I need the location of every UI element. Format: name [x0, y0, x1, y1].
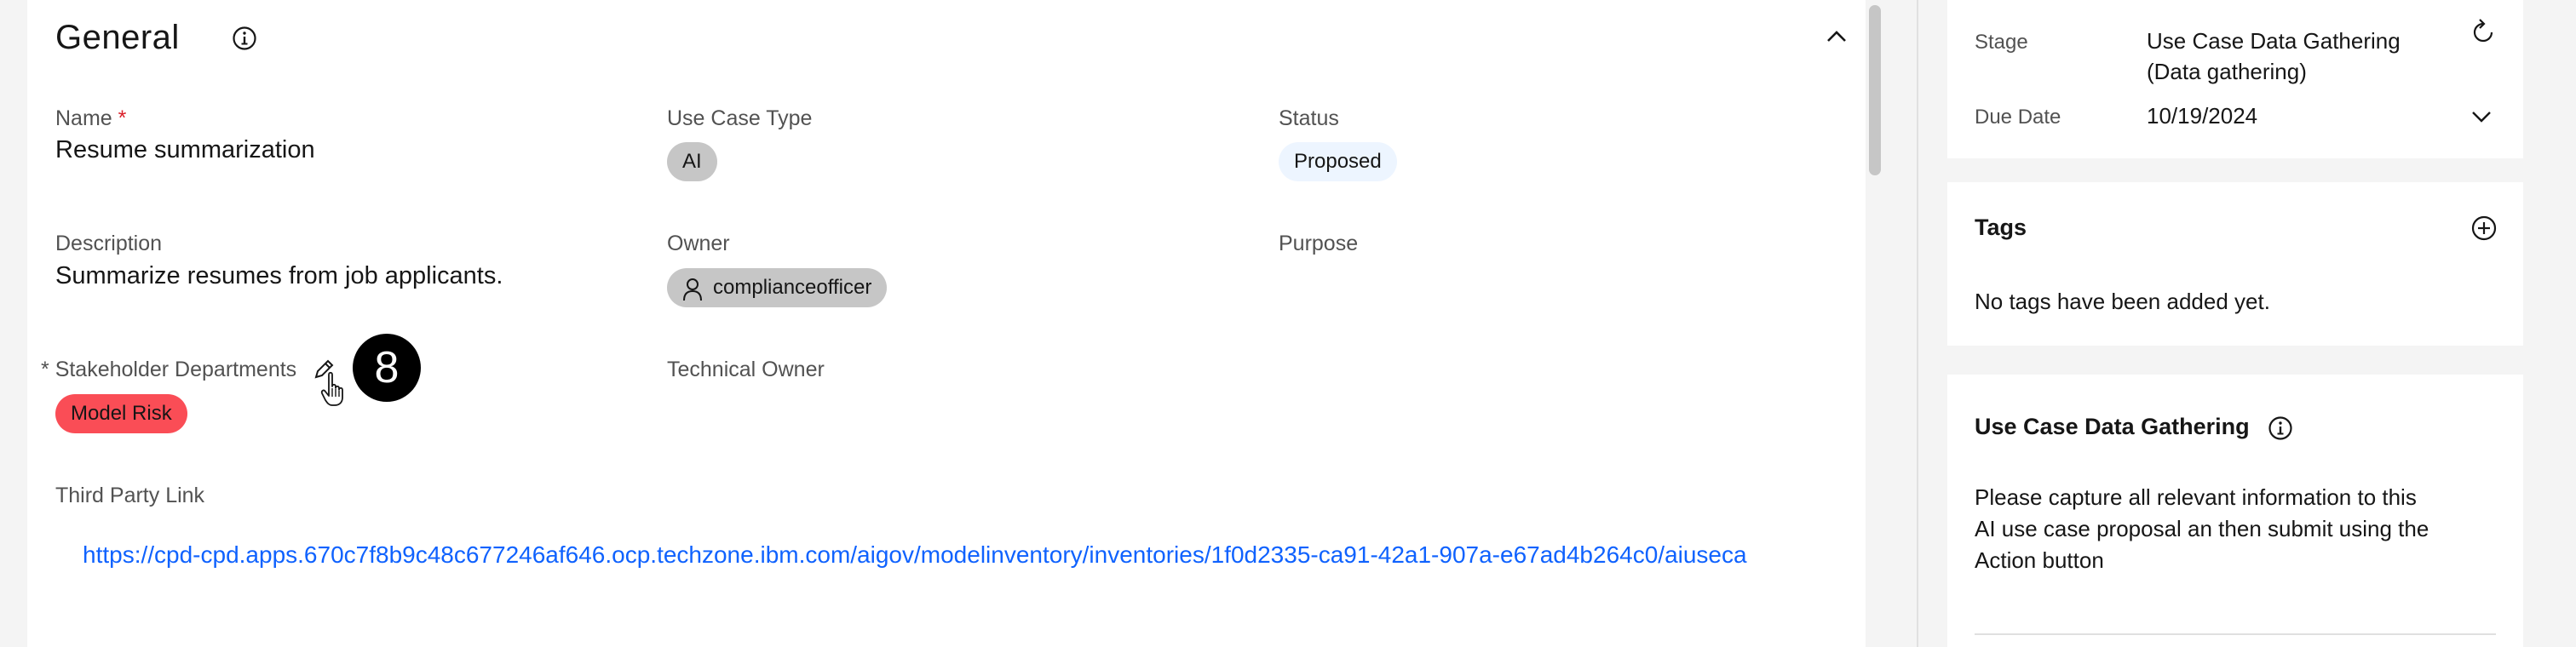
use-case-type-label: Use Case Type: [667, 106, 813, 130]
due-date-label: Due Date: [1975, 106, 2061, 129]
stage-value-line1: Use Case Data Gathering: [2147, 28, 2401, 54]
stage-card: Stage Use Case Data Gathering (Data gath…: [1947, 0, 2523, 158]
due-date-value: 10/19/2024: [2147, 103, 2258, 129]
data-gathering-text-line2: AI use case proposal an then submit usin…: [1975, 516, 2429, 541]
model-risk-tag: Model Risk: [55, 394, 187, 433]
general-panel: General Name * Resume summarization Use …: [27, 0, 1866, 647]
card-divider: [1975, 633, 2496, 635]
user-icon: [682, 276, 703, 315]
info-icon[interactable]: [2268, 415, 2293, 441]
stage-label: Stage: [1975, 31, 2028, 54]
technical-owner-label: Technical Owner: [667, 358, 825, 381]
refresh-icon[interactable]: [2470, 17, 2496, 44]
data-gathering-title: Use Case Data Gathering: [1975, 414, 2250, 439]
owner-tag: complianceofficer: [667, 268, 888, 307]
right-gutter: [2525, 0, 2576, 647]
data-gathering-text-line1: Please capture all relevant information …: [1975, 484, 2417, 510]
section-title: General: [55, 19, 180, 56]
description-value: Summarize resumes from job applicants.: [55, 262, 503, 289]
panel-divider: [1917, 0, 1918, 647]
tags-empty-text: No tags have been added yet.: [1975, 289, 2270, 314]
step-number-badge: 8: [353, 334, 421, 402]
scrollbar-thumb[interactable]: [1869, 5, 1881, 175]
third-party-link-label: Third Party Link: [55, 484, 205, 507]
stage-value-line2: (Data gathering): [2147, 59, 2307, 84]
status-label: Status: [1279, 106, 1339, 130]
scrollbar[interactable]: [1866, 0, 1884, 647]
chevron-up-icon[interactable]: [1825, 27, 1849, 44]
name-value: Resume summarization: [55, 136, 315, 163]
owner-value: complianceofficer: [713, 276, 872, 299]
data-gathering-text-line3: Action button: [1975, 547, 2104, 573]
use-case-type-tag: AI: [667, 142, 717, 181]
purpose-label: Purpose: [1279, 232, 1359, 255]
data-gathering-card: Use Case Data Gathering Please capture a…: [1947, 375, 2523, 647]
tags-title: Tags: [1975, 215, 2027, 240]
name-label: Name *: [55, 106, 127, 130]
add-circle-icon[interactable]: [2470, 215, 2498, 242]
description-label: Description: [55, 232, 163, 255]
info-icon[interactable]: [232, 26, 257, 51]
tags-card: Tags No tags have been added yet.: [1947, 182, 2523, 346]
pointer-hand-icon: [320, 371, 349, 407]
stakeholder-departments-label: * Stakeholder Departments: [41, 358, 297, 381]
chevron-down-icon[interactable]: [2470, 109, 2493, 124]
status-badge: Proposed: [1279, 142, 1397, 181]
third-party-link[interactable]: https://cpd-cpd.apps.670c7f8b9c48c677246…: [83, 541, 1747, 569]
owner-label: Owner: [667, 232, 730, 255]
